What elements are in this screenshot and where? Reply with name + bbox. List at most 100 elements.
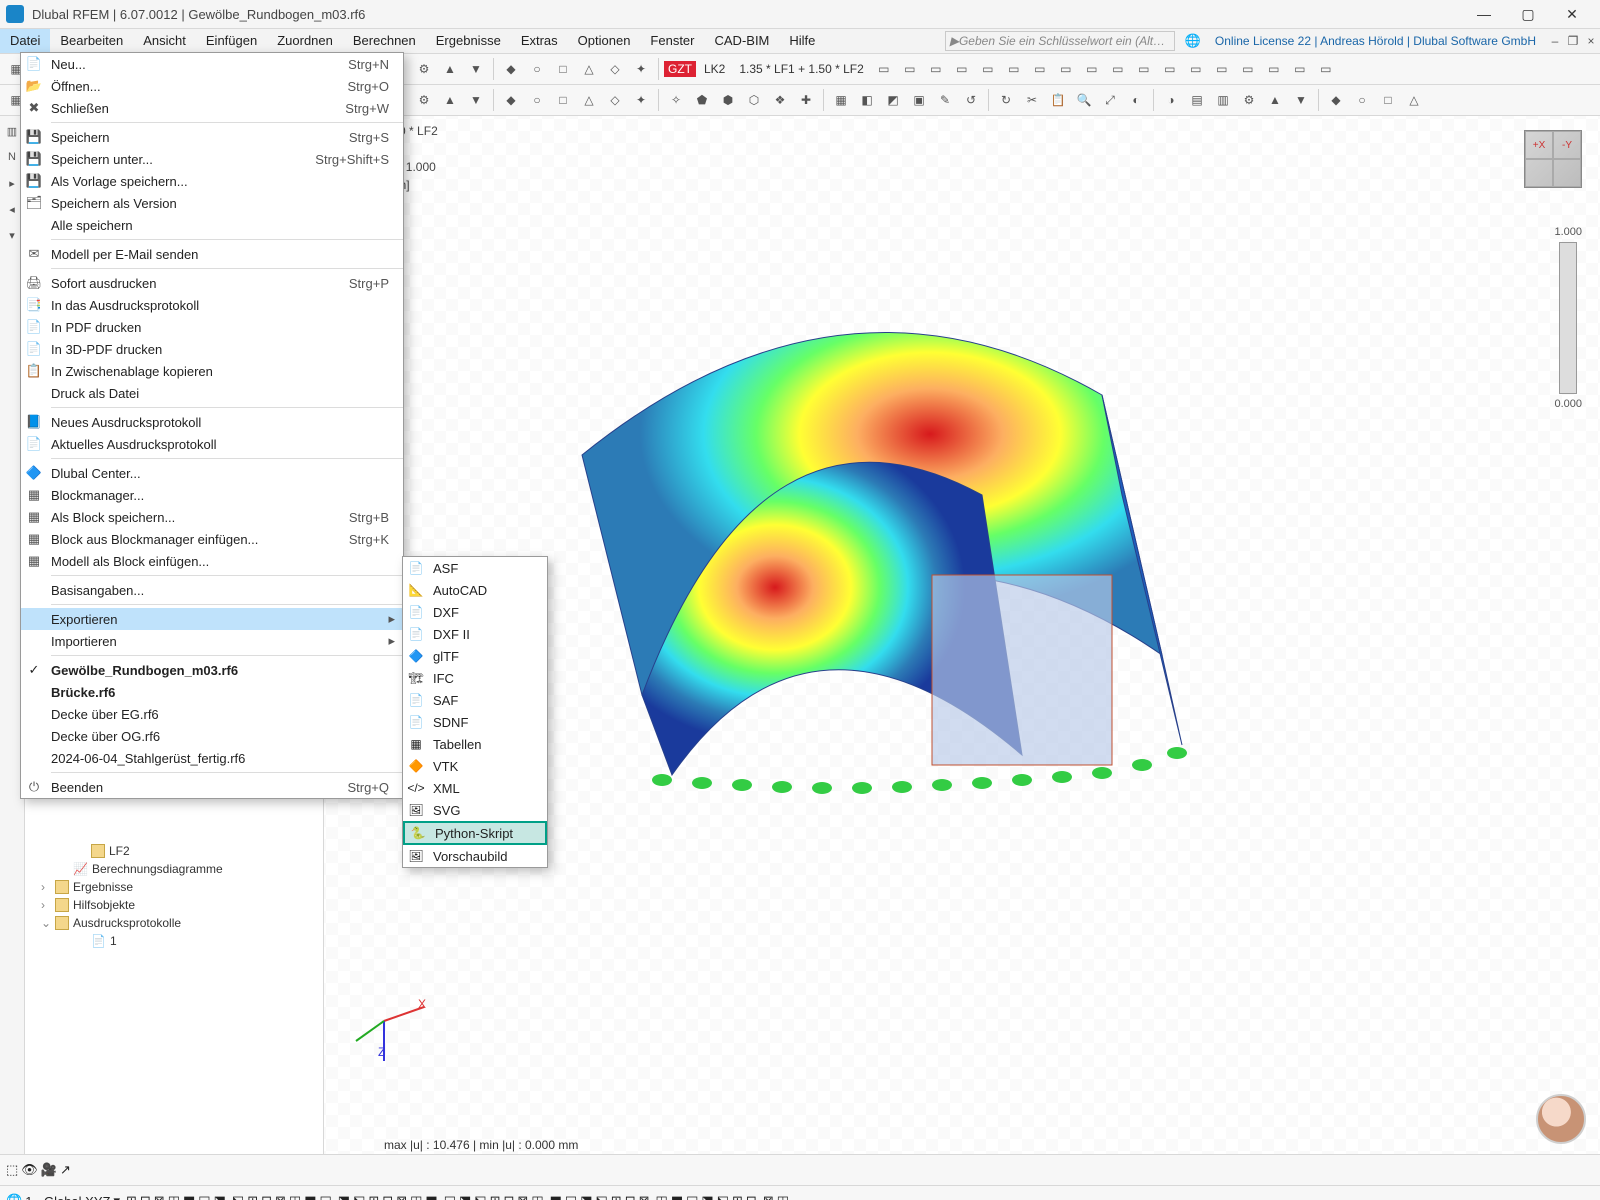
toolbar-button[interactable]: ◧ [855,88,879,112]
toolbar-button[interactable]: □ [551,57,575,81]
toolbar-button[interactable]: ⬓ [444,1193,456,1200]
toolbar-button[interactable]: ⊠ [154,1193,165,1200]
export-submenu[interactable]: 📄ASF📐AutoCAD📄DXF📄DXF II🔷glTF🏗IFC📄SAF📄SDN… [402,556,548,868]
toolbar-button[interactable]: ⚙ [1237,88,1261,112]
menu-extras[interactable]: Extras [511,29,568,53]
submenu-item-vorschaubild[interactable]: 🖼Vorschaubild [403,845,547,867]
eye-icon[interactable]: 👁 [21,1162,38,1178]
coord-system-combo[interactable]: 1 - Global XYZ [25,1194,110,1200]
menu-item[interactable]: ✖SchließenStrg+W [21,97,403,119]
toolbar-button[interactable]: ▭ [898,57,922,81]
globe-icon[interactable]: 🌐 [6,1193,22,1200]
submenu-item-tabellen[interactable]: ▦Tabellen [403,733,547,755]
toolbar-button[interactable]: ❖ [768,88,792,112]
toolbar-button[interactable]: ▭ [1184,57,1208,81]
menu-item[interactable]: ▦Modell als Block einfügen... [21,550,403,572]
toolbar-button[interactable]: ▼ [464,57,488,81]
toolbar-button[interactable]: ◫ [777,1193,789,1200]
menu-item[interactable]: 📘Neues Ausdrucksprotokoll [21,411,403,433]
submenu-item-svg[interactable]: 🖼SVG [403,799,547,821]
submenu-item-dxf ii[interactable]: 📄DXF II [403,623,547,645]
submenu-item-gltf[interactable]: 🔷glTF [403,645,547,667]
toolbar-button[interactable]: ▭ [1028,57,1052,81]
menu-item[interactable]: 💾SpeichernStrg+S [21,126,403,148]
toolbar-button[interactable]: ⬓ [686,1193,698,1200]
toolbar-button[interactable]: ✦ [629,57,653,81]
menu-item[interactable]: Druck als Datei [21,382,403,404]
toolbar-button[interactable]: ↺ [959,88,983,112]
toolbar-button[interactable]: ⬕ [232,1193,244,1200]
menu-item[interactable]: Decke über OG.rf6 [21,725,403,747]
load-combo[interactable]: LK2 [698,62,731,76]
submenu-item-xml[interactable]: </>XML [403,777,547,799]
toolbar-button[interactable]: ○ [525,88,549,112]
toolbar-button[interactable]: ✎ [933,88,957,112]
toolbar-button[interactable]: ⬕ [596,1193,608,1200]
toolbar-button[interactable]: ⊞ [126,1193,137,1200]
menu-item[interactable]: ⏻BeendenStrg+Q [21,776,403,798]
toolbar-button[interactable]: ⬡ [742,88,766,112]
toolbar-button[interactable]: △ [577,57,601,81]
menu-item[interactable]: Basisangaben... [21,579,403,601]
toolbar-button[interactable]: ⊠ [517,1193,528,1200]
menu-berechnen[interactable]: Berechnen [343,29,426,53]
submenu-item-dxf[interactable]: 📄DXF [403,601,547,623]
menu-einfügen[interactable]: Einfügen [196,29,267,53]
toolbar-button[interactable]: ▣ [907,88,931,112]
toolbar-button[interactable]: ⬒ [550,1193,562,1200]
toolbar-button[interactable]: ⬢ [716,88,740,112]
toolbar-button[interactable]: ◫ [168,1193,180,1200]
menu-item[interactable]: 🔷Dlubal Center... [21,462,403,484]
toolbar-button[interactable]: ⬒ [183,1193,195,1200]
menu-ansicht[interactable]: Ansicht [133,29,196,53]
menu-item[interactable]: ▦Blockmanager... [21,484,403,506]
menu-item[interactable]: 💾Speichern unter...Strg+Shift+S [21,148,403,170]
menu-zuordnen[interactable]: Zuordnen [267,29,343,53]
toolbar-button[interactable]: ▭ [872,57,896,81]
toolbar-button[interactable]: 📋 [1046,88,1070,112]
menu-fenster[interactable]: Fenster [640,29,704,53]
menu-item[interactable]: 📄Aktuelles Ausdrucksprotokoll [21,433,403,455]
tree-item[interactable]: 📈Berechnungsdiagramme [29,860,319,878]
toolbar-button[interactable]: ◫ [656,1193,668,1200]
navigation-cube[interactable]: +X-Y [1524,130,1582,188]
toolbar-button[interactable]: ▭ [950,57,974,81]
toolbar-button[interactable]: ▭ [1002,57,1026,81]
toolbar-button[interactable]: ⬓ [198,1193,210,1200]
toolbar-button[interactable]: ▭ [1288,57,1312,81]
toolbar-button[interactable]: ▤ [1185,88,1209,112]
toolbar-button[interactable]: 🔍 [1072,88,1096,112]
close-button[interactable]: ✕ [1550,0,1594,28]
toolbar-button[interactable]: ▭ [1262,57,1286,81]
menu-item[interactable]: 📄In 3D-PDF drucken [21,338,403,360]
toolbar-button[interactable]: ⬔ [459,1193,471,1200]
menu-item[interactable]: 📋In Zwischenablage kopieren [21,360,403,382]
menu-cad-bim[interactable]: CAD-BIM [705,29,780,53]
toolbar-button[interactable]: ⊠ [396,1193,407,1200]
toolbar-button[interactable]: ◇ [603,88,627,112]
toolbar-button[interactable]: ◫ [531,1193,543,1200]
toolbar-button[interactable]: ⬒ [425,1193,437,1200]
toolbar-button[interactable]: ○ [1350,88,1374,112]
toolbar-button[interactable]: ▲ [1263,88,1287,112]
nav-icon[interactable]: ◂ [3,200,21,218]
menu-hilfe[interactable]: Hilfe [779,29,825,53]
toolbar-button[interactable]: ◇ [603,57,627,81]
toolbar-button[interactable]: ▼ [1289,88,1313,112]
toolbar-button[interactable]: ▭ [924,57,948,81]
menu-item[interactable]: Brücke.rf6 [21,681,403,703]
menu-item[interactable]: 📄In PDF drucken [21,316,403,338]
toolbar-button[interactable]: ⬔ [214,1193,226,1200]
mdi-restore-button[interactable]: ❐ [1564,34,1582,48]
toolbar-button[interactable]: ▲ [438,88,462,112]
menu-item[interactable]: 2024-06-04_Stahlgerüst_fertig.rf6 [21,747,403,769]
toolbar-button[interactable]: ⬓ [320,1193,332,1200]
nav-icon[interactable]: ▾ [3,226,21,244]
camera-icon[interactable]: 🎥 [41,1162,57,1178]
nav-icon[interactable]: N [3,148,21,166]
toolbar-button[interactable]: ⬔ [338,1193,350,1200]
mdi-minimize-button[interactable]: – [1546,34,1564,48]
submenu-item-vtk[interactable]: 🔶VTK [403,755,547,777]
toolbar-button[interactable]: ✚ [794,88,818,112]
toolbar-button[interactable]: ⊞ [368,1193,379,1200]
